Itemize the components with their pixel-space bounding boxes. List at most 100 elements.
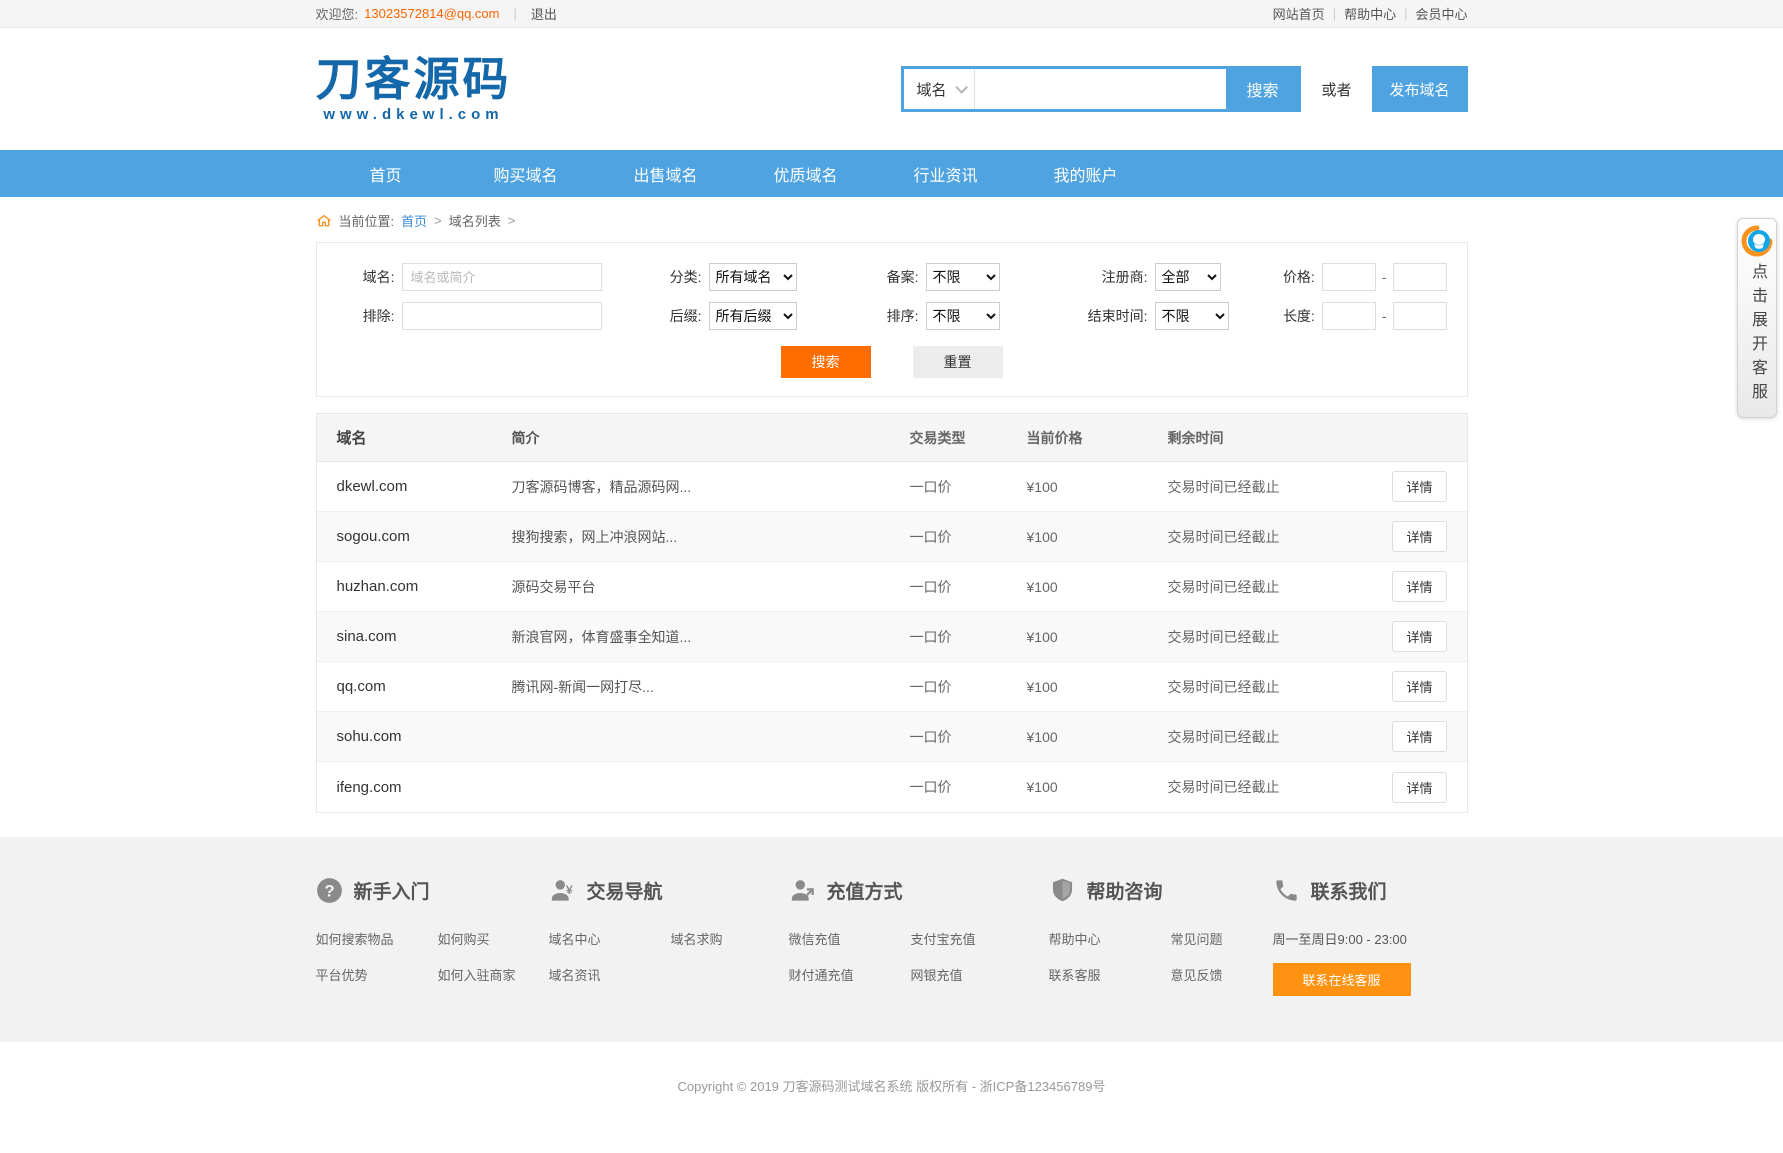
desc-cell: 新浪官网，体育盛事全知道... xyxy=(512,627,910,647)
detail-button[interactable]: 详情 xyxy=(1392,721,1446,752)
price-max-input[interactable] xyxy=(1393,263,1447,291)
detail-button[interactable]: 详情 xyxy=(1392,521,1446,552)
footer-link[interactable]: 意见反馈 xyxy=(1171,965,1283,984)
type-cell: 一口价 xyxy=(910,627,1027,647)
domain-cell: dkewl.com xyxy=(337,478,512,495)
detail-button[interactable]: 详情 xyxy=(1392,772,1446,803)
time-cell: 交易时间已经截止 xyxy=(1168,677,1385,697)
main-nav: 首页 购买域名 出售域名 优质域名 行业资讯 我的账户 xyxy=(0,150,1783,197)
home-icon xyxy=(316,213,332,229)
beian-select[interactable]: 不限 xyxy=(926,263,1000,291)
person-yen-icon: ¥ xyxy=(549,877,576,904)
domain-cell: sogou.com xyxy=(337,528,512,545)
price-cell: ¥100 xyxy=(1027,479,1168,495)
footer-link[interactable]: 域名中心 xyxy=(549,929,661,948)
or-text: 或者 xyxy=(1321,79,1351,100)
footer-link[interactable]: 平台优势 xyxy=(316,965,428,984)
svg-text:¥: ¥ xyxy=(565,883,572,897)
footer-column-title: 交易导航 xyxy=(587,877,663,904)
time-cell: 交易时间已经截止 xyxy=(1168,477,1385,497)
domain-filter-input[interactable] xyxy=(402,263,602,291)
sort-select[interactable]: 不限 xyxy=(926,302,1000,330)
filter-search-button[interactable]: 搜索 xyxy=(781,346,871,378)
publish-domain-button[interactable]: 发布域名 xyxy=(1372,66,1468,112)
beian-filter-label: 备案: xyxy=(871,267,919,287)
registrar-select[interactable]: 全部 xyxy=(1155,263,1221,291)
domain-cell: sohu.com xyxy=(337,728,512,745)
breadcrumb: 当前位置: 首页 > 域名列表 > xyxy=(0,197,1783,242)
domain-cell: huzhan.com xyxy=(337,578,512,595)
footer-link[interactable]: 域名资讯 xyxy=(549,965,661,984)
suffix-select[interactable]: 所有后缀 xyxy=(709,302,797,330)
phone-icon xyxy=(1273,877,1300,904)
endtime-select[interactable]: 不限 xyxy=(1155,302,1229,330)
table-header-row: 域名 简介 交易类型 当前价格 剩余时间 xyxy=(317,414,1467,462)
site-header: 刀客源码 www.dkewl.com 域名 搜索 或者 发布域名 xyxy=(0,28,1783,150)
footer-column-title: 新手入门 xyxy=(354,877,430,904)
customer-service-widget[interactable]: 点击展开客服 xyxy=(1737,218,1777,418)
type-cell: 一口价 xyxy=(910,777,1027,797)
footer-column-title: 帮助咨询 xyxy=(1087,877,1163,904)
price-min-input[interactable] xyxy=(1322,263,1376,291)
topbar-link-help[interactable]: 帮助中心 xyxy=(1344,4,1396,23)
table-row: ifeng.com 一口价 ¥100 交易时间已经截止 详情 xyxy=(317,762,1467,812)
suffix-filter-label: 后缀: xyxy=(654,306,702,326)
domain-cell: qq.com xyxy=(337,678,512,695)
footer-link[interactable]: 如何购买 xyxy=(438,929,550,948)
footer-link[interactable]: 支付宝充值 xyxy=(911,929,1023,948)
footer-link[interactable]: 帮助中心 xyxy=(1049,929,1161,948)
breadcrumb-separator: > xyxy=(434,213,442,228)
contact-online-service-button[interactable]: 联系在线客服 xyxy=(1273,963,1411,996)
price-cell: ¥100 xyxy=(1027,579,1168,595)
price-cell: ¥100 xyxy=(1027,729,1168,745)
column-header-type: 交易类型 xyxy=(910,428,1027,448)
breadcrumb-home-link[interactable]: 首页 xyxy=(401,211,427,230)
footer-link[interactable]: 微信充值 xyxy=(789,929,901,948)
footer-link[interactable]: 如何搜索物品 xyxy=(316,929,428,948)
topbar-link-member[interactable]: 会员中心 xyxy=(1415,4,1467,23)
type-cell: 一口价 xyxy=(910,727,1027,747)
detail-button[interactable]: 详情 xyxy=(1392,671,1446,702)
price-cell: ¥100 xyxy=(1027,529,1168,545)
filter-reset-button[interactable]: 重置 xyxy=(913,346,1003,378)
account-email-link[interactable]: 13023572814@qq.com xyxy=(364,6,499,21)
nav-item-industry-news[interactable]: 行业资讯 xyxy=(876,150,1016,197)
footer-link[interactable]: 常见问题 xyxy=(1171,929,1283,948)
detail-button[interactable]: 详情 xyxy=(1392,571,1446,602)
footer-link[interactable]: 财付通充值 xyxy=(789,965,901,984)
footer-link[interactable]: 网银充值 xyxy=(911,965,1023,984)
topbar-link-home[interactable]: 网站首页 xyxy=(1273,4,1325,23)
site-logo[interactable]: 刀客源码 www.dkewl.com xyxy=(316,55,512,122)
column-header-domain: 域名 xyxy=(337,427,512,448)
price-cell: ¥100 xyxy=(1027,779,1168,795)
exclude-filter-input[interactable] xyxy=(402,302,602,330)
service-widget-label: 点击展开客服 xyxy=(1749,263,1765,407)
nav-item-home[interactable]: 首页 xyxy=(316,150,456,197)
table-row: huzhan.com 源码交易平台 一口价 ¥100 交易时间已经截止 详情 xyxy=(317,562,1467,612)
search-category-dropdown[interactable]: 域名 xyxy=(904,69,974,109)
sort-filter-label: 排序: xyxy=(871,306,919,326)
footer-column-recharge: 充值方式 微信充值 支付宝充值 财付通充值 网银充值 xyxy=(789,877,1049,996)
length-min-input[interactable] xyxy=(1322,302,1376,330)
price-cell: ¥100 xyxy=(1027,679,1168,695)
footer-column-trade: ¥ 交易导航 域名中心 域名求购 域名资讯 xyxy=(549,877,789,996)
header-search-input[interactable] xyxy=(975,69,1227,109)
nav-item-my-account[interactable]: 我的账户 xyxy=(1016,150,1156,197)
table-row: sohu.com 一口价 ¥100 交易时间已经截止 详情 xyxy=(317,712,1467,762)
nav-item-buy-domain[interactable]: 购买域名 xyxy=(456,150,596,197)
category-select[interactable]: 所有域名 xyxy=(709,263,797,291)
logout-link[interactable]: 退出 xyxy=(531,4,557,23)
length-max-input[interactable] xyxy=(1393,302,1447,330)
time-cell: 交易时间已经截止 xyxy=(1168,777,1385,797)
nav-item-premium-domain[interactable]: 优质域名 xyxy=(736,150,876,197)
header-search-button[interactable]: 搜索 xyxy=(1226,69,1298,109)
footer-link[interactable]: 域名求购 xyxy=(671,929,783,948)
detail-button[interactable]: 详情 xyxy=(1392,621,1446,652)
chevron-down-icon xyxy=(955,81,968,94)
type-cell: 一口价 xyxy=(910,677,1027,697)
nav-item-sell-domain[interactable]: 出售域名 xyxy=(596,150,736,197)
footer-link[interactable]: 如何入驻商家 xyxy=(438,965,550,984)
desc-cell: 搜狗搜索，网上冲浪网站... xyxy=(512,527,910,547)
footer-link[interactable]: 联系客服 xyxy=(1049,965,1161,984)
detail-button[interactable]: 详情 xyxy=(1392,471,1446,502)
